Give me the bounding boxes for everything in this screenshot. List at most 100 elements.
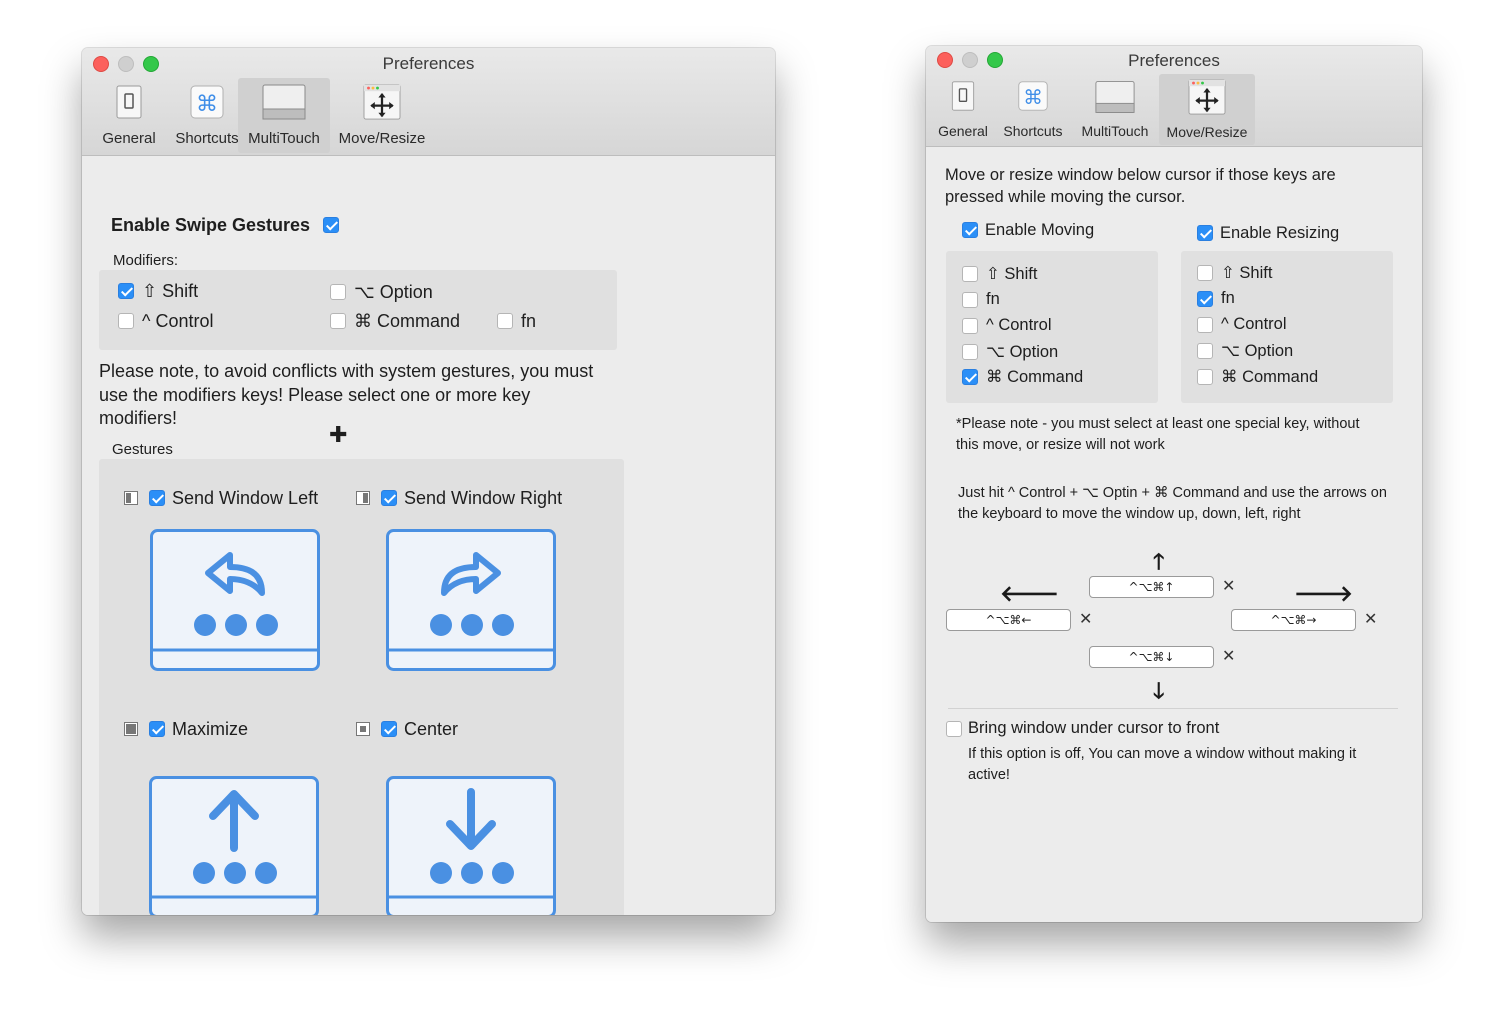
left-arrow-icon: 🡐	[1000, 582, 1059, 607]
command-key-icon: ⌘	[190, 85, 224, 119]
move-resize-pane: Move or resize window below cursor if th…	[926, 147, 1422, 922]
modifier-command-checkbox[interactable]	[330, 313, 346, 329]
modifier-option-label: ⌥ Option	[354, 282, 433, 302]
gesture-send-left-label: Send Window Left	[172, 488, 319, 508]
resizing-control-label: ^ Control	[1221, 315, 1287, 333]
move-arrows-icon	[1188, 79, 1226, 115]
trackpad-icon	[1095, 81, 1135, 113]
resizing-command-checkbox[interactable]	[1197, 369, 1213, 385]
tab-multitouch[interactable]: MultiTouch	[1074, 76, 1156, 144]
gestures-box: Send Window Left Send Window Right Maxim…	[99, 459, 624, 915]
tab-general[interactable]: General	[930, 76, 996, 144]
swipe-right-icon[interactable]	[386, 529, 556, 671]
window-title: Preferences	[382, 54, 475, 73]
toolbar: Preferences General ⌘ Shortcuts MultiTou…	[926, 46, 1422, 147]
tab-label: MultiTouch	[248, 130, 320, 147]
moving-control-checkbox[interactable]	[962, 318, 978, 334]
divider	[948, 708, 1398, 709]
resizing-fn-label: fn	[1221, 289, 1235, 307]
enable-moving-label: Enable Moving	[985, 221, 1095, 239]
resizing-control-checkbox[interactable]	[1197, 317, 1213, 333]
moving-command-checkbox[interactable]	[962, 369, 978, 385]
down-arrow-icon: 🡓	[1153, 679, 1165, 704]
moving-option-checkbox[interactable]	[962, 344, 978, 360]
modifier-option-checkbox[interactable]	[330, 284, 346, 300]
gesture-send-left-checkbox[interactable]	[149, 490, 165, 506]
modifier-control-label: ^ Control	[142, 311, 214, 331]
preferences-window-move-resize: Preferences General ⌘ Shortcuts MultiTou…	[926, 46, 1422, 922]
resizing-command-label: ⌘ Command	[1221, 368, 1319, 386]
gestures-label: Gestures	[112, 441, 173, 458]
tab-label: Shortcuts	[175, 130, 239, 147]
shortcut-left-field[interactable]: ^⌥⌘←	[946, 609, 1071, 631]
clear-shortcut-left-button[interactable]: ✕	[1079, 609, 1092, 629]
modifier-fn-checkbox[interactable]	[497, 313, 513, 329]
gesture-send-right-label: Send Window Right	[404, 488, 563, 508]
gesture-center-checkbox[interactable]	[381, 721, 397, 737]
tab-shortcuts[interactable]: ⌘ Shortcuts	[168, 78, 246, 152]
enable-swipe-label: Enable Swipe Gestures	[111, 215, 311, 235]
gesture-maximize-checkbox[interactable]	[149, 721, 165, 737]
tab-move-resize[interactable]: Move/Resize	[332, 78, 432, 152]
svg-text:⌘: ⌘	[196, 92, 218, 117]
enable-swipe-checkbox[interactable]	[323, 217, 339, 233]
tab-label: Move/Resize	[338, 130, 426, 147]
general-icon	[116, 85, 142, 119]
modifiers-box: ⇧ Shift ⌥ Option ^ Control ⌘ Command fn	[99, 270, 617, 350]
tab-label: MultiTouch	[1081, 123, 1149, 139]
moving-keys-box: ⇧ Shift fn ^ Control ⌥ Option ⌘ Command	[946, 251, 1158, 403]
tab-label: General	[938, 123, 988, 139]
multitouch-pane: Enable Swipe Gestures Modifiers: ⇧ Shift…	[82, 156, 775, 915]
tab-label: General	[102, 130, 156, 147]
tab-label: Shortcuts	[1003, 123, 1063, 139]
enable-resizing-label: Enable Resizing	[1220, 224, 1340, 242]
swipe-up-icon[interactable]	[149, 776, 319, 915]
moving-shift-label: ⇧ Shift	[986, 265, 1038, 283]
bring-front-label: Bring window under cursor to front	[968, 719, 1220, 737]
swipe-left-icon[interactable]	[150, 529, 320, 671]
bring-front-checkbox[interactable]	[946, 721, 962, 737]
moving-fn-checkbox[interactable]	[962, 292, 978, 308]
resizing-option-label: ⌥ Option	[1221, 342, 1294, 360]
enable-resizing-checkbox[interactable]	[1197, 225, 1213, 241]
moving-option-label: ⌥ Option	[986, 343, 1059, 361]
clear-shortcut-right-button[interactable]: ✕	[1364, 609, 1377, 629]
modifier-control-checkbox[interactable]	[118, 313, 134, 329]
swipe-down-icon[interactable]	[386, 776, 556, 915]
toolbar: Preferences General ⌘ Shortcuts MultiTou…	[82, 48, 775, 156]
modifier-shift-checkbox[interactable]	[118, 283, 134, 299]
moving-fn-label: fn	[986, 290, 1000, 308]
shortcut-up-field[interactable]: ^⌥⌘↑	[1089, 576, 1214, 598]
modifiers-note: Please note, to avoid conflicts with sys…	[99, 361, 594, 428]
moving-shift-checkbox[interactable]	[962, 266, 978, 282]
command-key-icon: ⌘	[1018, 81, 1048, 111]
move-arrows-icon	[363, 84, 401, 120]
tab-multitouch[interactable]: MultiTouch	[238, 78, 330, 153]
tab-shortcuts[interactable]: ⌘ Shortcuts	[998, 76, 1068, 144]
gesture-send-right-checkbox[interactable]	[381, 490, 397, 506]
resizing-option-checkbox[interactable]	[1197, 343, 1213, 359]
resizing-shift-checkbox[interactable]	[1197, 265, 1213, 281]
preferences-window-multitouch: Preferences General ⌘ Shortcuts MultiTou…	[82, 48, 775, 915]
cursor-crosshair-icon: ✚	[329, 422, 348, 447]
modifiers-label: Modifiers:	[113, 252, 179, 269]
special-key-note: *Please note - you must select at least …	[956, 416, 1360, 453]
trackpad-icon	[262, 84, 306, 120]
tab-move-resize[interactable]: Move/Resize	[1159, 74, 1255, 145]
shortcut-right-field[interactable]: ^⌥⌘→	[1231, 609, 1356, 631]
resizing-fn-checkbox[interactable]	[1197, 291, 1213, 307]
moving-command-label: ⌘ Command	[986, 368, 1084, 386]
split-right-icon	[356, 491, 370, 505]
shortcut-down-field[interactable]: ^⌥⌘↓	[1089, 646, 1214, 668]
center-window-icon	[356, 722, 370, 736]
modifier-shift-label: ⇧ Shift	[142, 281, 199, 301]
modifier-command-label: ⌘ Command	[354, 311, 461, 331]
split-left-icon	[124, 491, 138, 505]
window-title: Preferences	[1128, 51, 1220, 70]
clear-shortcut-up-button[interactable]: ✕	[1222, 576, 1235, 596]
right-arrow-icon: 🡒	[1294, 582, 1353, 607]
tab-label: Move/Resize	[1166, 124, 1248, 140]
enable-moving-checkbox[interactable]	[962, 222, 978, 238]
tab-general[interactable]: General	[90, 78, 168, 152]
clear-shortcut-down-button[interactable]: ✕	[1222, 646, 1235, 666]
